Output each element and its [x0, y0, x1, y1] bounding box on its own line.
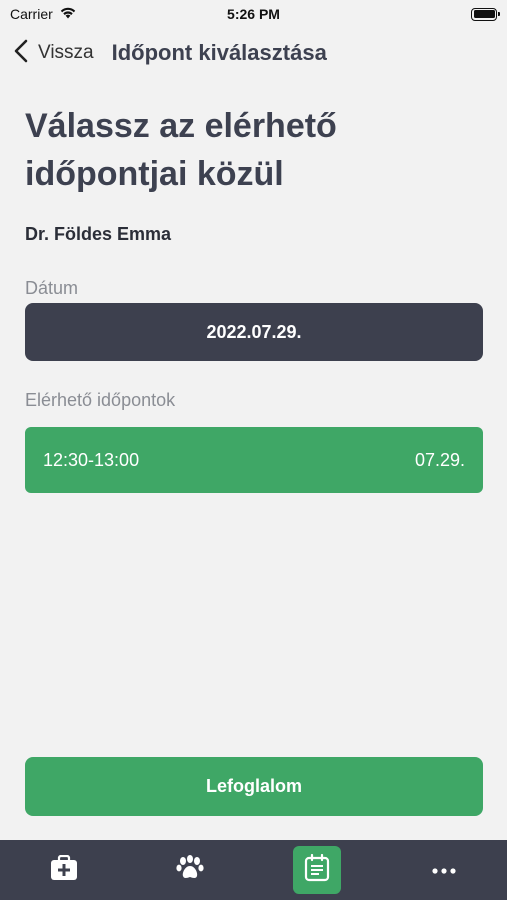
tab-bar — [0, 840, 507, 900]
book-button[interactable]: Lefoglalom — [25, 757, 483, 816]
calendar-list-icon — [304, 853, 330, 887]
more-icon — [432, 861, 456, 879]
time-slot[interactable]: 12:30-13:00 07.29. — [25, 427, 483, 493]
tab-pets[interactable] — [166, 846, 214, 894]
date-label: Dátum — [25, 278, 79, 298]
paw-icon — [176, 854, 204, 886]
status-left: Carrier — [10, 6, 77, 22]
slot-date: 07.29. — [414, 449, 465, 470]
slots-label: Elérhető időpontok — [25, 390, 176, 410]
date-picker[interactable]: 2022.07.29. — [25, 303, 483, 361]
wifi-icon — [59, 6, 77, 22]
doctor-name: Dr. Földes Emma — [25, 224, 172, 244]
status-bar: Carrier 5:26 PM — [0, 0, 507, 28]
chevron-left-icon — [14, 39, 28, 68]
tab-appointments[interactable] — [293, 846, 341, 894]
page-title: Időpont kiválasztása — [111, 40, 327, 65]
date-value: 2022.07.29. — [206, 321, 302, 342]
book-button-label: Lefoglalom — [205, 776, 302, 796]
headline: Válassz az elérhető időpontjai közül — [25, 107, 337, 193]
tab-medical[interactable] — [40, 846, 88, 894]
medical-kit-icon — [50, 854, 78, 886]
slot-time: 12:30-13:00 — [43, 449, 140, 470]
back-label: Vissza — [38, 42, 94, 63]
carrier-label: Carrier — [10, 6, 53, 22]
tab-more[interactable] — [420, 846, 468, 894]
nav-bar: Vissza Időpont kiválasztása — [0, 32, 507, 74]
battery-icon — [471, 7, 500, 21]
back-button[interactable]: Vissza — [14, 39, 94, 68]
